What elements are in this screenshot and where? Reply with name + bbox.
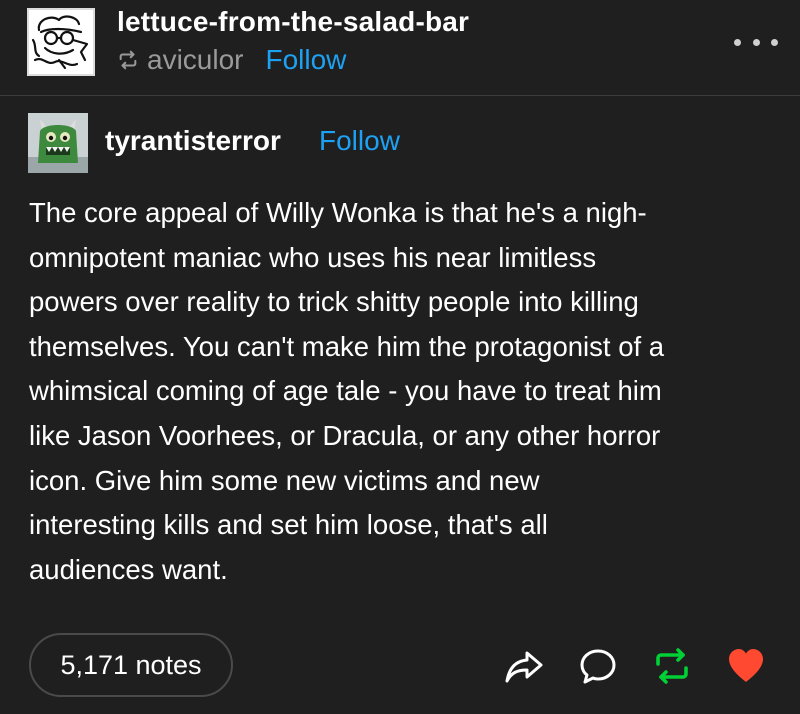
dot <box>734 38 741 46</box>
sketch-avatar-icon <box>31 15 89 70</box>
divider <box>0 95 800 96</box>
share-button[interactable] <box>500 642 548 690</box>
dot <box>771 38 778 46</box>
post-header: lettuce-from-the-salad-bar aviculor Foll… <box>0 0 800 96</box>
post-text-line: The core appeal of Willy Wonka is that h… <box>29 197 647 228</box>
reblog-button[interactable] <box>648 642 696 690</box>
blog-name[interactable]: lettuce-from-the-salad-bar <box>117 6 469 38</box>
reblog-icon <box>656 648 688 684</box>
author-name[interactable]: tyrantisterror <box>105 125 281 157</box>
avatar[interactable] <box>27 8 95 76</box>
share-icon <box>505 651 543 683</box>
author-avatar[interactable] <box>28 113 88 173</box>
post-text-line: powers over reality to trick shitty peop… <box>29 286 639 318</box>
post-text-line: omnipotent maniac who uses his near limi… <box>29 241 597 273</box>
reply-button[interactable] <box>574 642 622 690</box>
follow-button[interactable]: Follow <box>265 44 346 76</box>
post-text-line: whimsical coming of age tale - you have … <box>29 375 662 407</box>
post-author-row: tyrantisterror Follow <box>28 113 728 177</box>
author-follow-button[interactable]: Follow <box>319 125 400 157</box>
post-actions <box>500 642 770 690</box>
reblogged-from[interactable]: aviculor <box>147 44 243 76</box>
post-text-line: themselves. You can't make him the prota… <box>29 330 665 362</box>
like-button[interactable] <box>722 642 770 690</box>
reblog-line: aviculor Follow <box>117 42 346 78</box>
post-body: The core appeal of Willy Wonka is that h… <box>29 191 774 592</box>
heart-icon <box>729 649 763 682</box>
post-text-line: audiences want. <box>29 553 228 585</box>
reblog-icon <box>119 50 137 70</box>
post-text-line: icon. Give him some new victims and new <box>29 464 540 496</box>
post-text-line: interesting kills and set him loose, tha… <box>29 509 548 541</box>
notes-button[interactable]: 5,171 notes <box>29 633 233 697</box>
reply-icon <box>580 649 616 684</box>
more-options-icon[interactable] <box>734 30 778 54</box>
dot <box>752 38 760 46</box>
monster-avatar-icon <box>28 113 88 173</box>
post-text-line: like Jason Voorhees, or Dracula, or any … <box>29 419 661 451</box>
